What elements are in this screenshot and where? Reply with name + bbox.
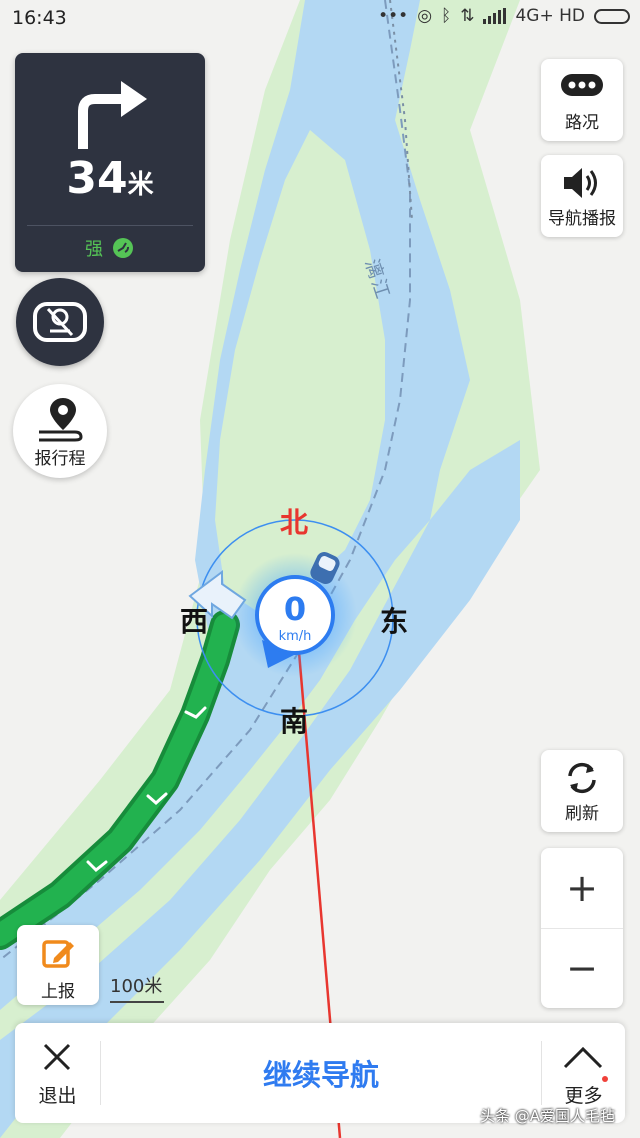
speed-value: 0 — [283, 590, 307, 628]
scale-bar — [110, 1001, 164, 1003]
zoom-out-button[interactable]: − — [541, 928, 623, 1008]
compass-west-label: 西 — [180, 605, 209, 638]
network-label: 4G+ HD — [515, 6, 585, 26]
turn-guidance-panel[interactable]: 34米 强 — [15, 53, 205, 272]
turn-distance-unit: 米 — [127, 170, 154, 200]
road-condition-button[interactable]: 路况 — [541, 59, 623, 141]
turn-right-arrow-icon — [78, 81, 147, 149]
more-dots-icon: ••• — [378, 6, 409, 26]
road-condition-label: 路况 — [565, 113, 599, 133]
refresh-button[interactable]: 刷新 — [541, 750, 623, 832]
scale-label: 100米 — [110, 976, 163, 997]
continue-navigation-button[interactable]: 继续导航 — [101, 1023, 541, 1123]
compass-south-label: 南 — [280, 705, 309, 738]
zoom-controls: + − — [541, 848, 623, 1008]
more-label: 更多 — [564, 1085, 603, 1107]
location-icon: ◎ — [417, 6, 433, 26]
more-options-icon — [561, 74, 603, 96]
bluetooth-icon: ᛒ — [441, 6, 452, 26]
share-trip-button[interactable]: 报行程 — [13, 384, 107, 478]
report-edit-icon — [42, 940, 74, 968]
exit-button[interactable]: 退出 — [15, 1023, 100, 1123]
watermark: 头条 @A爱国人毛毡 — [480, 1107, 616, 1125]
trip-location-icon — [39, 398, 83, 442]
broadcast-label: 导航播报 — [548, 209, 616, 229]
exit-label: 退出 — [38, 1085, 77, 1107]
gps-signal-icon — [113, 238, 133, 258]
compass-east-label: 东 — [380, 605, 409, 638]
speed-unit: km/h — [278, 629, 312, 644]
chevron-up-icon — [563, 1046, 603, 1069]
status-bar: 16:43 ••• ◎ ᛒ ⇅ 4G+ HD — [0, 0, 640, 38]
status-icons: ••• ◎ ᛒ ⇅ 4G+ HD — [378, 6, 630, 26]
turn-distance-value: 34 — [66, 153, 128, 204]
battery-icon — [594, 8, 630, 24]
report-button[interactable]: 上报 — [17, 925, 99, 1005]
compass-north-label: 北 — [280, 506, 309, 539]
turn-distance: 34米 — [15, 153, 205, 204]
voice-mute-icon — [33, 302, 87, 342]
panel-divider — [27, 225, 193, 226]
broadcast-button[interactable]: 导航播报 — [541, 155, 623, 237]
map-scale: 100米 — [110, 972, 164, 1003]
refresh-label: 刷新 — [565, 804, 599, 824]
voice-toggle-button[interactable] — [16, 278, 104, 366]
close-icon — [43, 1043, 71, 1071]
status-time: 16:43 — [12, 7, 67, 29]
share-trip-label: 报行程 — [34, 449, 86, 469]
speaker-icon — [564, 168, 597, 198]
signal-icon — [483, 8, 507, 24]
gps-signal-row: 强 — [15, 235, 205, 261]
refresh-icon — [568, 762, 596, 794]
report-label: 上报 — [41, 982, 75, 1002]
gps-signal-label: 强 — [85, 239, 103, 260]
data-transfer-icon: ⇅ — [460, 6, 475, 26]
zoom-in-button[interactable]: + — [541, 848, 623, 928]
